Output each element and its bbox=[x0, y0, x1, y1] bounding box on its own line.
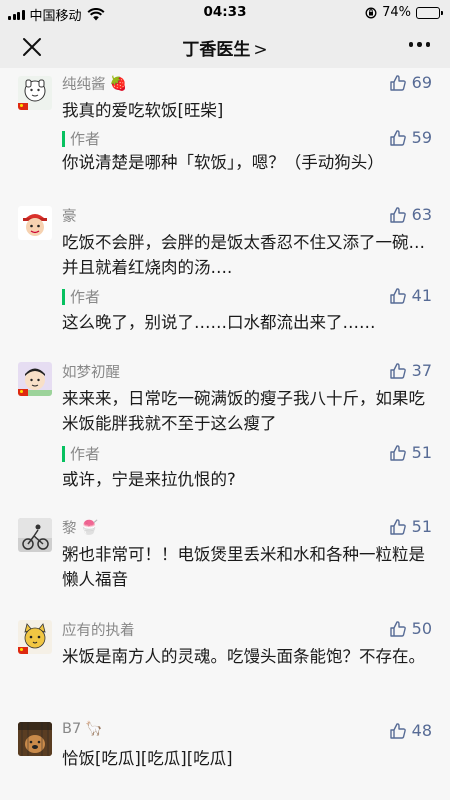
like-button[interactable]: 69 bbox=[389, 73, 432, 92]
like-count: 51 bbox=[411, 517, 432, 536]
thumbs-up-icon bbox=[389, 287, 406, 304]
flag-icon bbox=[18, 647, 28, 654]
thumbs-up-icon bbox=[389, 620, 406, 637]
thumbs-up-icon bbox=[389, 362, 406, 379]
avatar[interactable] bbox=[18, 518, 52, 552]
avatar[interactable] bbox=[18, 722, 52, 756]
nickname: 纯纯酱 bbox=[62, 77, 106, 93]
comment-text: 米饭是南方人的灵魂。吃馒头面条能饱？不存在。 bbox=[62, 647, 425, 666]
reply-text: 这么晚了，别说了……口水都流出来了…… bbox=[62, 313, 376, 332]
more-icon[interactable] bbox=[408, 42, 430, 47]
author-reply-label: 作者 bbox=[62, 289, 100, 305]
comment-author: 黎 🍧 bbox=[62, 517, 98, 538]
like-button[interactable]: 51 bbox=[389, 517, 432, 536]
reply-text: 你说清楚是哪种「软饭」，嗯？（手动狗头） bbox=[62, 153, 384, 172]
comment-author: 应有的执着 bbox=[62, 619, 135, 640]
nickname: 豪 bbox=[62, 209, 77, 225]
reply-like-count: 59 bbox=[411, 128, 432, 147]
account-name: 丁香医生 bbox=[182, 40, 251, 60]
reply-like-count: 41 bbox=[411, 286, 432, 305]
comment-author: B7 🦙 bbox=[62, 721, 103, 737]
strawberry-icon: 🍓 bbox=[109, 75, 127, 92]
comment-text: 吃饭不会胖，会胖的是饭太香忍不住又添了一碗…并且就着红烧肉的汤…. bbox=[62, 233, 425, 277]
like-count: 50 bbox=[411, 619, 432, 638]
reply-like-button[interactable]: 41 bbox=[389, 286, 432, 305]
thumbs-up-icon bbox=[389, 518, 406, 535]
comment-text: 我真的爱吃软饭[旺柴] bbox=[62, 101, 224, 120]
like-count: 63 bbox=[411, 205, 432, 224]
flag-icon bbox=[18, 103, 28, 110]
like-button[interactable]: 37 bbox=[389, 361, 432, 380]
comment-text: 粥也非常可！！电饭煲里丢米和水和各种一粒粒是懒人福音 bbox=[62, 545, 425, 589]
thumbs-up-icon bbox=[389, 444, 406, 461]
like-count: 48 bbox=[411, 721, 432, 740]
status-bar: 中国移动 04:33 74% bbox=[0, 0, 450, 26]
comment-author: 如梦初醒 bbox=[62, 361, 120, 382]
nickname: B7 bbox=[62, 721, 82, 737]
nickname: 应有的执着 bbox=[62, 623, 135, 639]
comment-author: 豪 bbox=[62, 205, 77, 226]
avatar[interactable] bbox=[18, 206, 52, 240]
like-button[interactable]: 63 bbox=[389, 205, 432, 224]
nav-bar: 丁香医生 > bbox=[0, 26, 450, 68]
thumbs-up-icon bbox=[389, 74, 406, 91]
battery-percent: 74% bbox=[382, 5, 411, 20]
thumbs-up-icon bbox=[389, 206, 406, 223]
account-title[interactable]: 丁香医生 > bbox=[0, 35, 450, 60]
comment-author: 纯纯酱 🍓 bbox=[62, 73, 127, 94]
flag-icon bbox=[18, 389, 28, 396]
like-button[interactable]: 48 bbox=[389, 721, 432, 740]
author-reply-label: 作者 bbox=[62, 131, 100, 147]
avatar[interactable] bbox=[18, 362, 52, 396]
avatar[interactable] bbox=[18, 620, 52, 654]
comment-text: 恰饭[吃瓜][吃瓜][吃瓜] bbox=[62, 749, 233, 768]
battery-icon bbox=[416, 6, 443, 19]
llama-icon: 🦙 bbox=[85, 721, 103, 737]
reply-like-button[interactable]: 51 bbox=[389, 443, 432, 462]
reply-like-button[interactable]: 59 bbox=[389, 128, 432, 147]
avatar[interactable] bbox=[18, 76, 52, 110]
like-button[interactable]: 50 bbox=[389, 619, 432, 638]
like-count: 69 bbox=[411, 73, 432, 92]
orientation-lock-icon bbox=[365, 7, 377, 18]
nickname: 如梦初醒 bbox=[62, 365, 120, 381]
thumbs-up-icon bbox=[389, 129, 406, 146]
like-count: 37 bbox=[411, 361, 432, 380]
comment-text: 来来来，日常吃一碗满饭的瘦子我八十斤，如果吃米饭能胖我就不至于这么瘦了 bbox=[62, 389, 425, 433]
chevron-right-icon: > bbox=[253, 40, 268, 60]
reply-text: 或许，宁是来拉仇恨的? bbox=[62, 470, 236, 489]
nickname: 黎 bbox=[62, 521, 77, 537]
author-reply-label: 作者 bbox=[62, 446, 100, 462]
comment-list[interactable]: 纯纯酱 🍓 69 我真的爱吃软饭[旺柴] 作者 59 你说清楚是哪种「软饭」，嗯… bbox=[0, 68, 450, 800]
shaved-ice-icon: 🍧 bbox=[80, 519, 98, 536]
status-right: 74% bbox=[365, 5, 443, 20]
thumbs-up-icon bbox=[389, 722, 406, 739]
reply-like-count: 51 bbox=[411, 443, 432, 462]
